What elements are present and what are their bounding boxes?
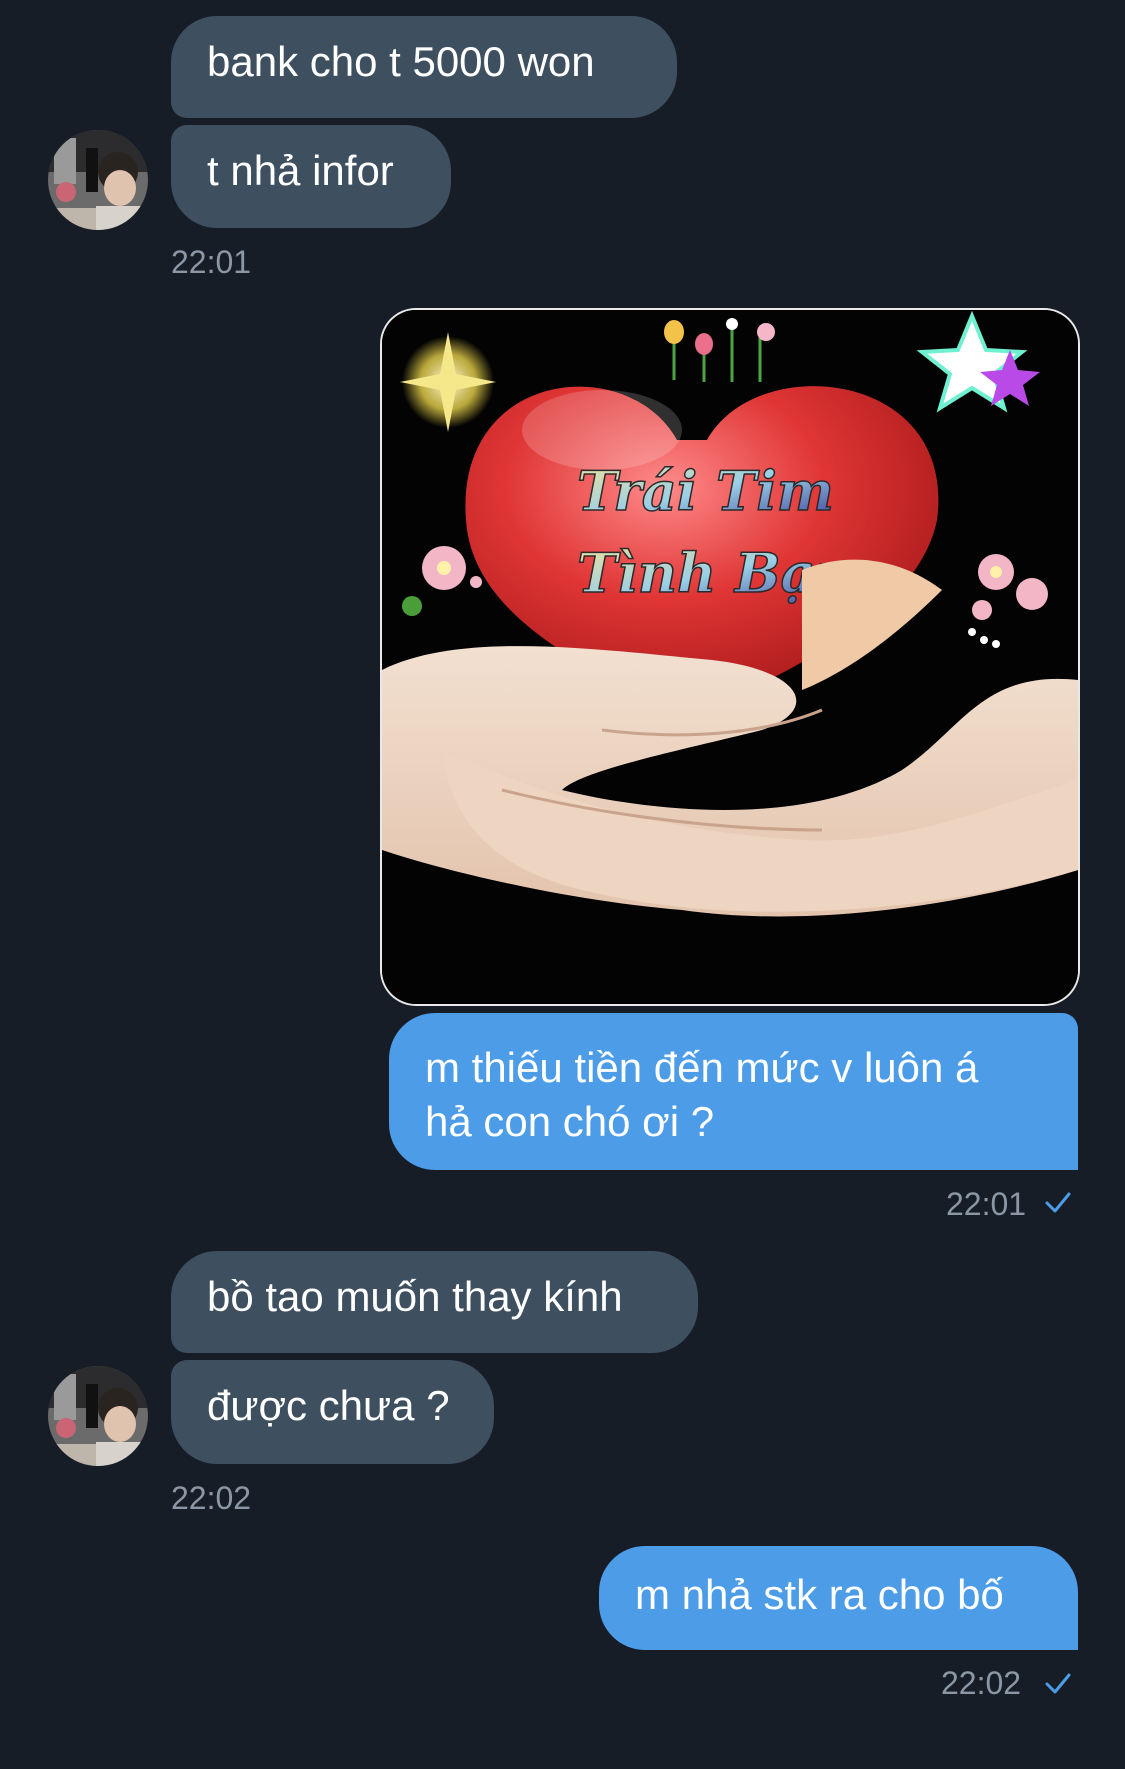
message-text: m nhả stk ra cho bố bbox=[635, 1571, 1004, 1618]
shared-image-heart[interactable]: Trái Tim Tình Bạn bbox=[382, 310, 1078, 1004]
check-icon bbox=[1045, 1192, 1071, 1213]
outgoing-message-bubble[interactable]: m thiếu tiền đến mức v luôn á hả con chó… bbox=[389, 1013, 1078, 1170]
message-timestamp: 22:01 bbox=[171, 244, 252, 280]
incoming-message-bubble[interactable]: bank cho t 5000 won bbox=[171, 16, 677, 118]
incoming-message-bubble[interactable]: t nhả infor bbox=[171, 125, 451, 228]
image-caption-line1: Trái Tim bbox=[577, 459, 834, 523]
message-text: bank cho t 5000 won bbox=[207, 38, 595, 85]
message-text-line1: m thiếu tiền đến mức v luôn á bbox=[425, 1044, 979, 1091]
outgoing-message-bubble[interactable]: m nhả stk ra cho bố bbox=[599, 1546, 1078, 1650]
message-timestamp: 22:01 bbox=[946, 1186, 1027, 1222]
incoming-message-bubble[interactable]: được chưa ? bbox=[171, 1360, 494, 1464]
check-icon bbox=[1045, 1673, 1071, 1694]
message-text: được chưa ? bbox=[207, 1382, 450, 1429]
avatar-image bbox=[48, 1366, 148, 1466]
contact-avatar[interactable] bbox=[48, 130, 148, 230]
avatar-image bbox=[48, 130, 148, 230]
message-text: bồ tao muốn thay kính bbox=[207, 1273, 623, 1320]
incoming-message-bubble[interactable]: bồ tao muốn thay kính bbox=[171, 1251, 698, 1353]
heart-hands-picture: Trái Tim Tình Bạn bbox=[382, 310, 1078, 1004]
message-text-line2: hả con chó ơi ? bbox=[425, 1098, 715, 1145]
message-timestamp: 22:02 bbox=[171, 1480, 252, 1516]
message-timestamp: 22:02 bbox=[941, 1665, 1022, 1701]
contact-avatar[interactable] bbox=[48, 1366, 148, 1466]
message-text: t nhả infor bbox=[207, 147, 394, 194]
